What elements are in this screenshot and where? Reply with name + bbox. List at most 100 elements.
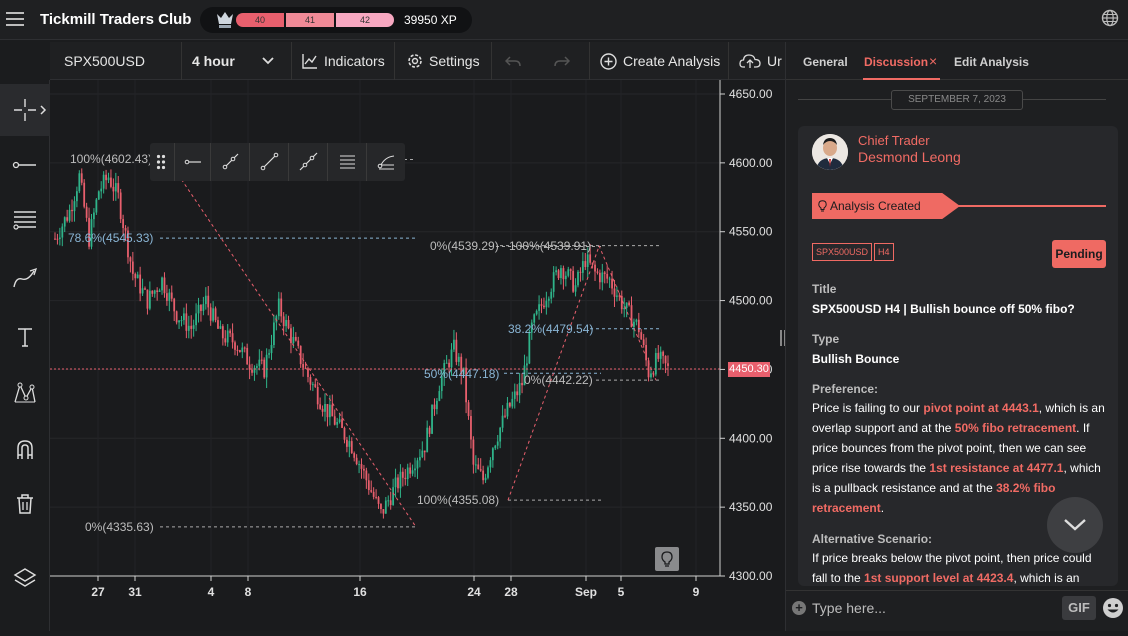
- symbol-selector[interactable]: SPX500USD: [50, 42, 182, 80]
- scroll-down-button[interactable]: [1047, 497, 1103, 553]
- candle-body: [562, 268, 565, 280]
- candle-body: [418, 457, 421, 461]
- candle-body: [355, 457, 358, 465]
- candle-body: [662, 351, 665, 356]
- gif-button[interactable]: GIF: [1062, 596, 1096, 620]
- candle-body: [608, 278, 611, 280]
- candle-body: [221, 326, 224, 339]
- parallel-channel-tool[interactable]: [327, 143, 366, 181]
- candle-body: [75, 191, 78, 202]
- candle-body: [409, 467, 412, 474]
- candle-body: [202, 304, 205, 311]
- candle-body: [472, 439, 475, 465]
- candle-body: [187, 325, 190, 331]
- pitchfork-tool[interactable]: [366, 143, 405, 181]
- highlight-support: 1st support level at 4423.4: [864, 571, 1014, 585]
- text-tool[interactable]: [0, 311, 50, 363]
- candle-body: [479, 469, 482, 471]
- redo-button[interactable]: [540, 42, 590, 80]
- chevron-right-icon[interactable]: [39, 105, 47, 115]
- drawing-tools-sidebar: [0, 80, 50, 631]
- emoji-icon[interactable]: [1102, 597, 1124, 619]
- candle-body: [360, 464, 363, 469]
- y-tick-label: 4350.00: [729, 500, 773, 514]
- candle-body: [185, 313, 188, 331]
- x-tick-label: 31: [128, 585, 142, 599]
- layers-tool[interactable]: [0, 552, 50, 604]
- candle-body: [380, 503, 382, 510]
- candle-body: [192, 325, 195, 329]
- candle-body: [268, 353, 270, 355]
- close-icon[interactable]: ×: [929, 53, 937, 69]
- crosshair-tool[interactable]: [0, 84, 50, 136]
- candle-body: [139, 274, 142, 294]
- candle-body: [650, 373, 652, 378]
- trash-icon: [17, 494, 33, 514]
- x-tick-label: 5: [618, 585, 625, 599]
- text-run: , which is an: [1013, 571, 1080, 585]
- candle-body: [611, 278, 613, 289]
- candle-body: [265, 354, 268, 378]
- candle-body: [491, 448, 494, 461]
- candle-body: [328, 404, 331, 418]
- candle-body: [664, 355, 667, 364]
- idea-button[interactable]: [655, 547, 679, 571]
- segment-tool[interactable]: [249, 143, 288, 181]
- add-attachment-icon[interactable]: +: [792, 601, 806, 615]
- candle-body: [341, 419, 343, 428]
- horizontal-ray-icon: [184, 159, 201, 165]
- candle-body: [85, 206, 88, 218]
- alternative-label: Alternative Scenario:: [812, 532, 933, 546]
- fib-trend-line: [167, 159, 417, 528]
- candle-body: [616, 295, 618, 297]
- candle-body: [414, 468, 416, 471]
- candle-body: [331, 404, 334, 417]
- candle-body: [110, 177, 112, 187]
- extended-line-tool[interactable]: [288, 143, 327, 181]
- upload-button[interactable]: Ur: [729, 42, 785, 80]
- candle-body: [93, 212, 95, 220]
- candle-body: [635, 319, 638, 322]
- line-tool[interactable]: [0, 139, 50, 191]
- plus-circle-icon: [600, 52, 617, 70]
- y-tick-label: 4300.00: [729, 569, 773, 583]
- alternative-text: If price breaks below the pivot point, t…: [812, 548, 1108, 586]
- message-input[interactable]: [812, 598, 1052, 618]
- candle-body: [375, 496, 377, 498]
- candles: [54, 168, 669, 519]
- fib-label: 100%(4602.43): [70, 152, 153, 166]
- candle-body: [68, 209, 71, 221]
- indicators-button[interactable]: Indicators: [292, 42, 395, 80]
- horizontal-ray-tool[interactable]: [174, 143, 210, 181]
- menu-icon[interactable]: [6, 12, 24, 26]
- ray-tool[interactable]: [210, 143, 249, 181]
- candle-body: [131, 261, 134, 274]
- candle-body: [146, 289, 149, 309]
- fib-tool[interactable]: [0, 194, 50, 246]
- candle-body: [382, 509, 385, 514]
- x-axis: 27 31 4 8 16 24 28 Sep 5 9: [50, 575, 720, 599]
- author-name[interactable]: Desmond Leong: [858, 149, 961, 165]
- candle-body: [494, 445, 497, 449]
- undo-button[interactable]: [492, 42, 540, 80]
- highlight-fibo: 50% fibo retracement: [954, 421, 1077, 435]
- settings-button[interactable]: Settings: [395, 42, 492, 80]
- candle-body: [163, 277, 166, 294]
- magnet-tool[interactable]: [0, 424, 50, 476]
- price-chart[interactable]: 4650.004600.004550.004500.004450.004400.…: [50, 80, 786, 631]
- brush-tool[interactable]: [0, 252, 50, 304]
- pattern-tool[interactable]: [0, 367, 50, 419]
- fib-label: 50%(4447.18): [424, 367, 500, 381]
- interval-selector[interactable]: 4 hour: [182, 42, 292, 80]
- create-analysis-button[interactable]: Create Analysis: [590, 42, 729, 80]
- globe-icon[interactable]: [1101, 9, 1119, 27]
- drag-handle-icon[interactable]: [156, 154, 166, 170]
- delete-tool[interactable]: [0, 478, 50, 530]
- candle-body: [256, 366, 258, 368]
- candle-body: [642, 339, 645, 346]
- candle-body: [518, 382, 521, 396]
- tab-edit-analysis[interactable]: Edit Analysis: [954, 55, 1029, 69]
- candle-body: [219, 326, 222, 329]
- tab-general[interactable]: General: [803, 55, 848, 69]
- tab-discussion[interactable]: Discussion: [864, 55, 928, 69]
